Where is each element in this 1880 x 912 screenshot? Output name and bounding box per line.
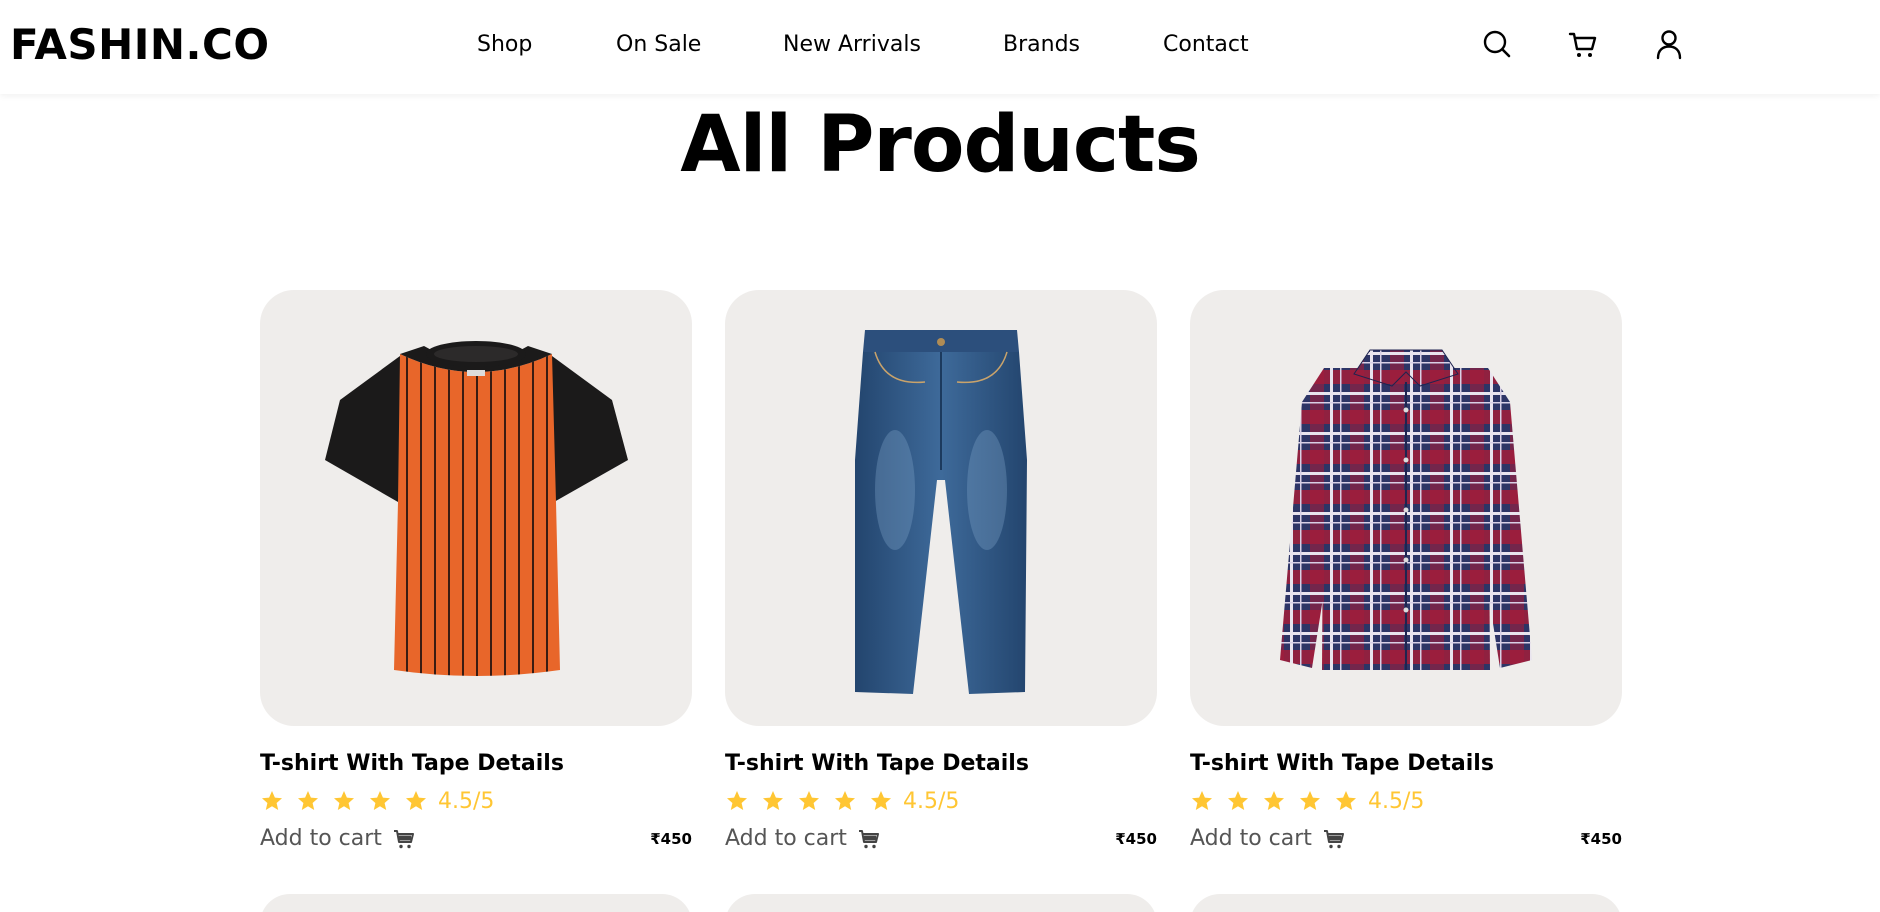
cart-icon — [1322, 827, 1346, 851]
product-price: ₹450 — [650, 830, 692, 848]
product-card-partial[interactable] — [1190, 894, 1622, 912]
product-name[interactable]: T-shirt With Tape Details — [260, 750, 692, 778]
star-icon — [1262, 789, 1286, 813]
star-icon — [869, 789, 893, 813]
star-icon — [1298, 789, 1322, 813]
star-icon — [725, 789, 749, 813]
add-to-cart-label: Add to cart — [260, 826, 382, 851]
star-icon — [761, 789, 785, 813]
add-to-cart-label: Add to cart — [1190, 826, 1312, 851]
product-name[interactable]: T-shirt With Tape Details — [1190, 750, 1622, 778]
add-to-cart-button[interactable]: Add to cart — [1190, 826, 1346, 851]
product-image[interactable] — [260, 290, 692, 726]
star-icon — [1334, 789, 1358, 813]
cart-row: Add to cart ₹450 — [725, 826, 1157, 856]
page-title: All Products — [680, 100, 1201, 190]
cart-row: Add to cart ₹450 — [1190, 826, 1622, 856]
rating-value: 4.5/5 — [1368, 788, 1425, 814]
add-to-cart-button[interactable]: Add to cart — [725, 826, 881, 851]
star-icon — [296, 789, 320, 813]
nav-brands[interactable]: Brands — [1003, 30, 1080, 60]
product-name[interactable]: T-shirt With Tape Details — [725, 750, 1157, 778]
nav-new-arrivals[interactable]: New Arrivals — [783, 30, 921, 60]
nav-on-sale[interactable]: On Sale — [616, 30, 701, 60]
site-header: FASHIN.CO Shop On Sale New Arrivals Bran… — [0, 0, 1880, 94]
star-icon — [1226, 789, 1250, 813]
star-icon — [833, 789, 857, 813]
orange-tshirt-image — [325, 341, 628, 676]
product-image[interactable] — [1190, 290, 1622, 726]
add-to-cart-button[interactable]: Add to cart — [260, 826, 416, 851]
product-price: ₹450 — [1580, 830, 1622, 848]
product-card-partial[interactable] — [260, 894, 692, 912]
rating: 4.5/5 — [725, 788, 1157, 814]
cart-icon — [857, 827, 881, 851]
cart-row: Add to cart ₹450 — [260, 826, 692, 856]
nav-shop[interactable]: Shop — [477, 30, 532, 60]
nav-contact[interactable]: Contact — [1163, 30, 1249, 60]
cart-icon[interactable] — [1567, 28, 1599, 60]
product-card[interactable]: T-shirt With Tape Details 4.5/5 Add to c… — [260, 290, 692, 856]
star-icon — [332, 789, 356, 813]
star-icon — [404, 789, 428, 813]
denim-jeans-image — [855, 330, 1027, 694]
cart-icon — [392, 827, 416, 851]
user-icon[interactable] — [1653, 28, 1685, 60]
rating: 4.5/5 — [1190, 788, 1622, 814]
star-icon — [260, 789, 284, 813]
product-card[interactable]: T-shirt With Tape Details 4.5/5 Add to c… — [1190, 290, 1622, 856]
star-icon — [1190, 789, 1214, 813]
rating-value: 4.5/5 — [903, 788, 960, 814]
star-icon — [368, 789, 392, 813]
product-card-partial[interactable] — [725, 894, 1157, 912]
product-image[interactable] — [725, 290, 1157, 726]
brand-logo[interactable]: FASHIN.CO — [10, 20, 270, 70]
rating: 4.5/5 — [260, 788, 692, 814]
product-price: ₹450 — [1115, 830, 1157, 848]
star-icon — [797, 789, 821, 813]
product-card[interactable]: T-shirt With Tape Details 4.5/5 Add to c… — [725, 290, 1157, 856]
rating-value: 4.5/5 — [438, 788, 495, 814]
search-icon[interactable] — [1481, 28, 1513, 60]
plaid-shirt-image — [1280, 349, 1532, 670]
add-to-cart-label: Add to cart — [725, 826, 847, 851]
